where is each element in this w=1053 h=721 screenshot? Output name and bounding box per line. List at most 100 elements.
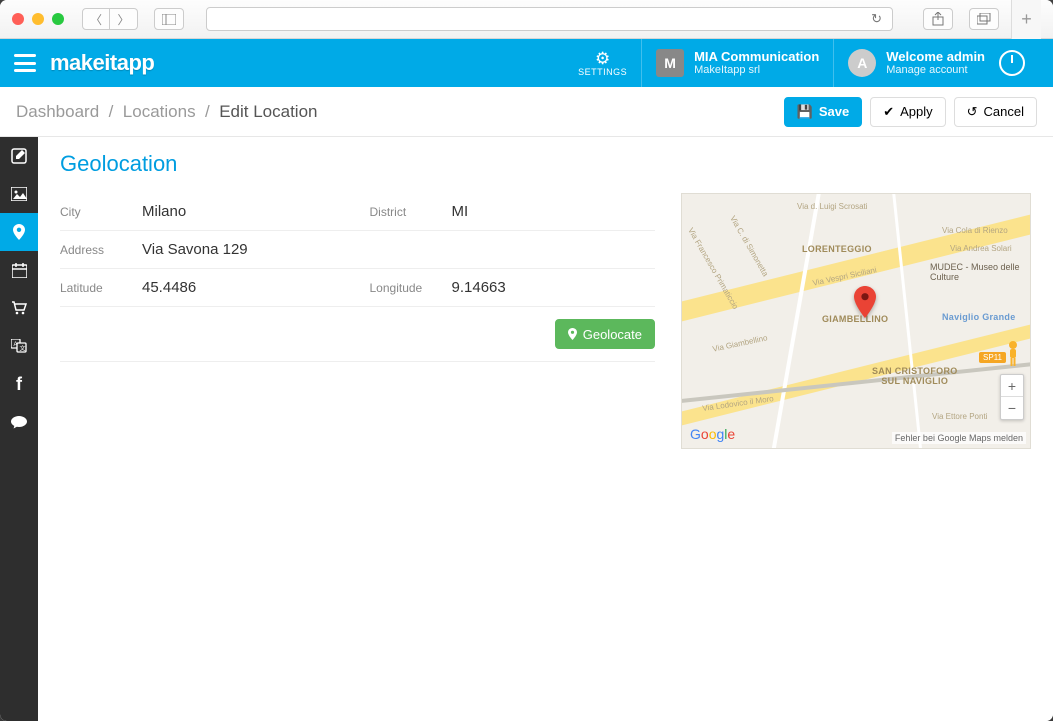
reload-icon[interactable]: ↻ [871,11,882,27]
map-marker[interactable] [854,286,876,318]
save-button[interactable]: 💾 Save [784,97,863,127]
calendar-icon [12,263,27,278]
breadcrumb-locations[interactable]: Locations [123,102,196,121]
translate-icon: A文 [11,339,27,353]
chat-icon [11,415,27,429]
map-street-label: Via d. Luigi Scrosati [797,202,868,211]
address-input[interactable]: Via Savona 129 [142,241,655,258]
settings-link[interactable]: ⚙ SETTINGS [564,39,641,87]
cancel-label: Cancel [984,104,1024,119]
map-poi-label: MUDEC - Museo delle Culture [930,262,1020,282]
sidebar-item-chat[interactable] [0,403,38,441]
facebook-icon: f [16,374,22,395]
save-icon: 💾 [797,104,813,120]
sidebar-item-image[interactable] [0,175,38,213]
user-welcome: Welcome admin [886,49,985,65]
map-area-label: LORENTEGGIO [802,244,872,254]
district-input[interactable]: MI [452,203,656,220]
tabs-button[interactable] [969,8,999,30]
map-road [764,193,824,449]
pegman-icon[interactable] [1004,340,1022,368]
zoom-out-button[interactable]: − [1001,397,1023,419]
org-switcher[interactable]: M MIA Communication MakeItapp srl [641,39,833,87]
geolocation-form: City Milano District MI Address Via Savo… [60,193,655,362]
cart-icon [11,301,27,315]
map-area-label: Naviglio Grande [942,312,1016,322]
map-street-label: Via Ettore Ponti [932,412,987,421]
sidebar-item-calendar[interactable] [0,251,38,289]
breadcrumb-dashboard[interactable]: Dashboard [16,102,99,121]
share-button[interactable] [923,8,953,30]
svg-text:文: 文 [20,345,26,353]
district-label: District [370,205,434,219]
browser-right-toolbar [915,8,999,30]
city-input[interactable]: Milano [142,203,346,220]
apply-button[interactable]: ✔ Apply [870,97,945,127]
window-close-button[interactable] [12,13,24,25]
user-sub: Manage account [886,64,985,77]
org-sub: MakeItapp srl [694,64,819,77]
window-maximize-button[interactable] [52,13,64,25]
map-street-label: Via C. di Simonetta [728,214,770,278]
app-body: A文 f Geolocation City Milano [0,137,1053,721]
map-zoom-control: + − [1000,374,1024,420]
new-tab-button[interactable]: + [1011,0,1041,39]
latitude-label: Latitude [60,281,124,295]
breadcrumb-current: Edit Location [219,102,317,121]
sidebar-item-translate[interactable]: A文 [0,327,38,365]
sidebar-item-location[interactable] [0,213,38,251]
sidebar: A文 f [0,137,38,721]
nav-back-forward: 〈 〉 [82,8,138,30]
zoom-in-button[interactable]: + [1001,375,1023,397]
org-name: MIA Communication [694,49,819,65]
map-area-label: SAN CRISTOFORO SUL NAVIGLIO [872,366,958,386]
google-logo: Google [690,426,735,442]
latitude-input[interactable]: 45.4486 [142,279,346,296]
image-icon [11,187,27,201]
cancel-button[interactable]: ↺ Cancel [954,97,1037,127]
map-street-label: Via Giambellino [712,333,769,353]
mac-titlebar: 〈 〉 ↻ + [0,0,1053,39]
org-avatar: M [656,49,684,77]
section-title: Geolocation [60,151,1031,177]
gear-icon: ⚙ [595,50,610,67]
map-attribution[interactable]: Fehler bei Google Maps melden [892,432,1026,444]
undo-icon: ↺ [967,104,978,120]
apply-label: Apply [900,104,933,119]
sidebar-item-edit[interactable] [0,137,38,175]
map[interactable]: LORENTEGGIO GIAMBELLINO SAN CRISTOFORO S… [681,193,1031,449]
check-icon: ✔ [883,104,894,120]
logout-button[interactable] [999,50,1025,76]
window-minimize-button[interactable] [32,13,44,25]
url-bar[interactable]: ↻ [206,7,893,31]
content: Geolocation City Milano District MI [38,137,1053,721]
map-road [890,193,926,449]
account-menu[interactable]: A Welcome admin Manage account [833,39,1039,87]
app-header: makeitapp ⚙ SETTINGS M MIA Communication… [0,39,1053,87]
save-label: Save [819,104,849,119]
map-street-label: Via Andrea Solari [950,244,1012,253]
breadcrumb: Dashboard / Locations / Edit Location [16,102,318,122]
geolocate-label: Geolocate [583,327,642,342]
menu-toggle-button[interactable] [14,54,36,72]
edit-icon [11,148,27,164]
map-road-tag: SP11 [979,352,1006,363]
nav-forward-button[interactable]: 〉 [110,8,138,30]
longitude-label: Longitude [370,281,434,295]
address-label: Address [60,243,124,257]
sidebar-item-facebook[interactable]: f [0,365,38,403]
browser-window: 〈 〉 ↻ + makeitapp ⚙ SETTINGS [0,0,1053,721]
settings-label: SETTINGS [578,67,627,77]
geolocate-button[interactable]: Geolocate [555,319,655,349]
app-logo[interactable]: makeitapp [50,50,154,76]
user-avatar: A [848,49,876,77]
sidebar-item-cart[interactable] [0,289,38,327]
pin-icon [568,328,577,340]
breadcrumb-bar: Dashboard / Locations / Edit Location 💾 … [0,87,1053,137]
nav-back-button[interactable]: 〈 [82,8,110,30]
longitude-input[interactable]: 9.14663 [452,279,656,296]
map-street-label: Via Cola di Rienzo [942,226,1008,235]
svg-text:A: A [14,342,18,348]
sidebar-toggle-button[interactable] [154,8,184,30]
location-pin-icon [13,224,25,240]
